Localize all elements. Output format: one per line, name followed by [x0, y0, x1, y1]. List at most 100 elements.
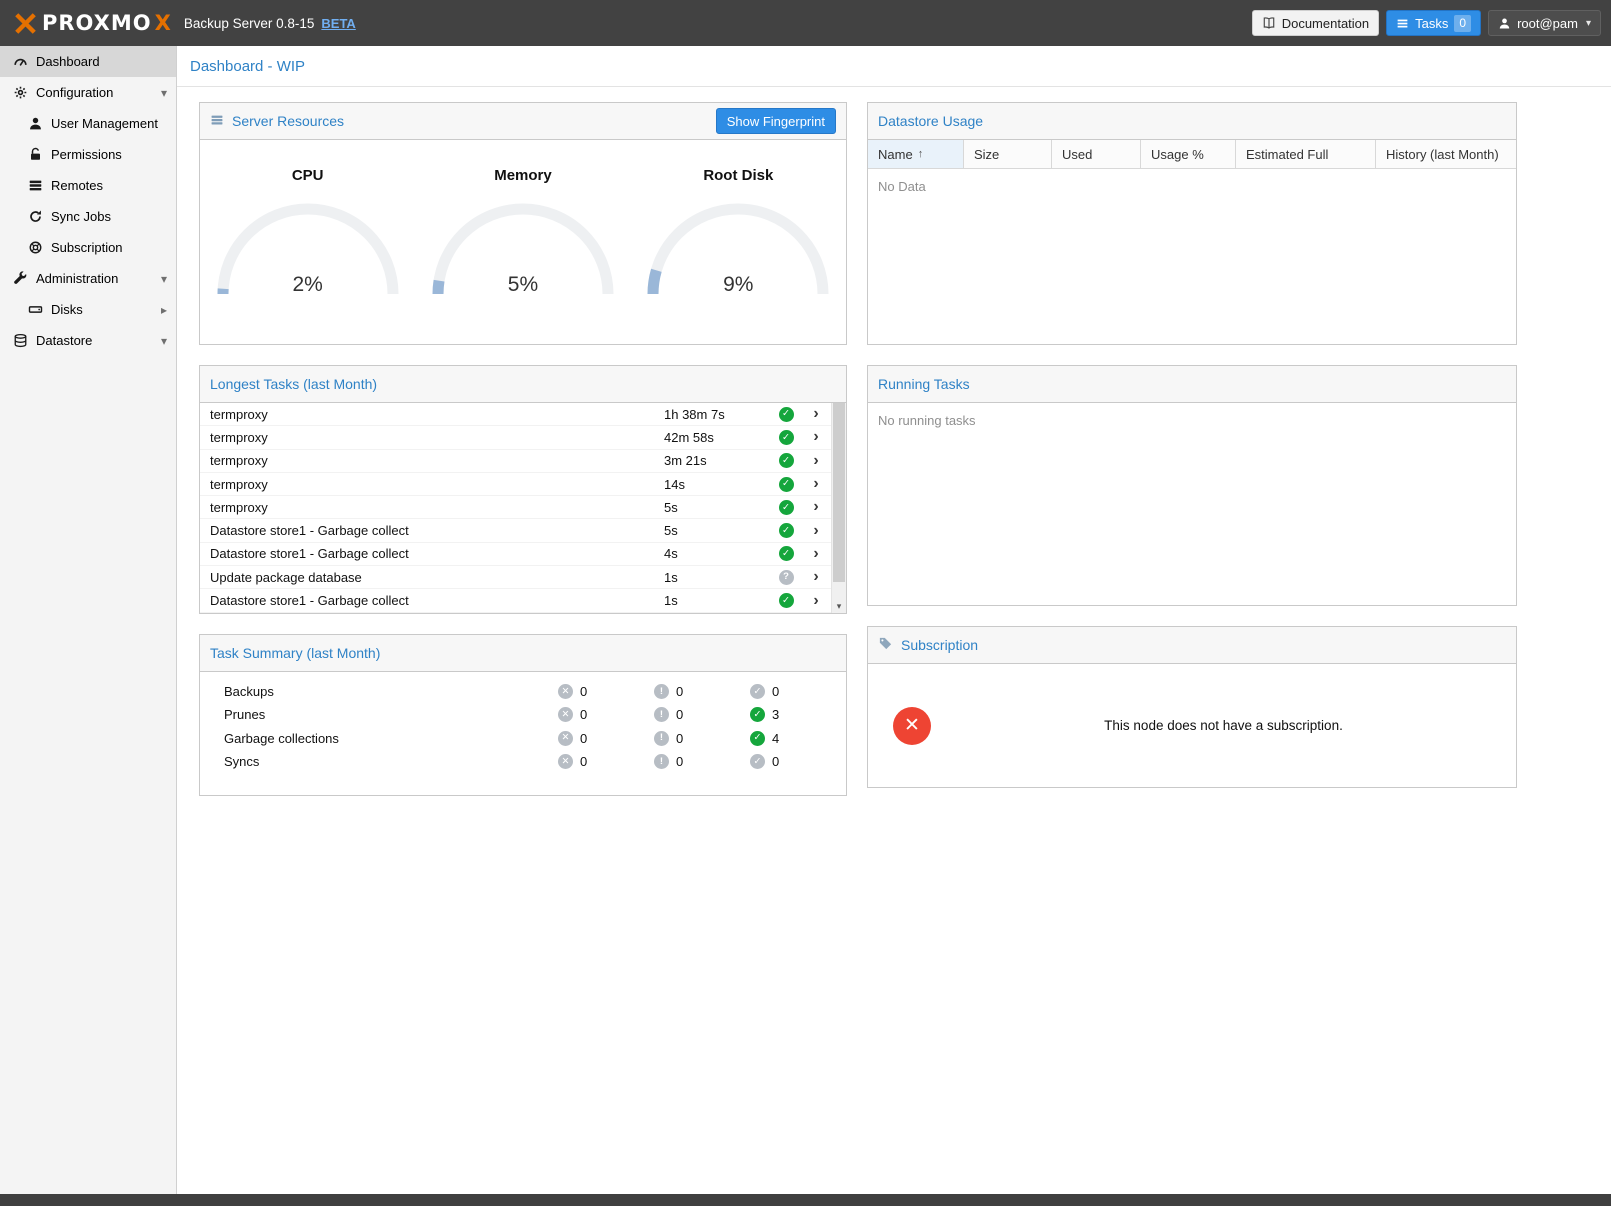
chevron-right-icon[interactable]: ›: [801, 568, 831, 586]
task-name: termproxy: [200, 477, 664, 492]
column-header-label: History (last Month): [1386, 147, 1499, 162]
task-name: termproxy: [200, 407, 664, 422]
status-ok-icon: ✓: [771, 477, 801, 492]
sidebar-item-label: Sync Jobs: [51, 209, 167, 224]
gauge-cpu: CPU 2%: [200, 140, 415, 344]
proxmox-logo[interactable]: PROXMO X: [14, 11, 172, 35]
status-ok-icon: ✓: [771, 546, 801, 561]
error-count-icon: ✕: [558, 684, 573, 699]
gauge-value: 5%: [428, 273, 618, 297]
column-header-size[interactable]: Size: [964, 140, 1052, 168]
gauge-value: 9%: [643, 273, 833, 297]
show-fingerprint-button[interactable]: Show Fingerprint: [716, 108, 836, 134]
scrollbar-down-arrow-icon[interactable]: ▾: [832, 599, 846, 613]
caret-down-icon: ▾: [161, 272, 167, 286]
task-row[interactable]: Datastore store1 - Garbage collect5s✓›: [200, 519, 831, 542]
ok-count: 0: [772, 684, 779, 699]
sidebar-item-remotes[interactable]: Remotes: [0, 170, 176, 201]
remotes-icon: [27, 178, 43, 193]
task-duration: 14s: [664, 477, 771, 492]
summary-row: Garbage collections✕0!0✓4: [200, 727, 846, 750]
sidebar-item-configuration[interactable]: Configuration▾: [0, 77, 176, 108]
summary-label: Garbage collections: [200, 731, 558, 746]
chevron-right-icon[interactable]: ›: [801, 475, 831, 493]
chevron-right-icon[interactable]: ›: [801, 522, 831, 540]
beta-link[interactable]: BETA: [321, 16, 355, 31]
documentation-label: Documentation: [1282, 16, 1369, 31]
sidebar-item-subscription[interactable]: Subscription: [0, 232, 176, 263]
sidebar-item-permissions[interactable]: Permissions: [0, 139, 176, 170]
chevron-right-icon[interactable]: ›: [801, 452, 831, 470]
column-header-history-last-month-[interactable]: History (last Month): [1376, 140, 1516, 168]
status-ok-icon: ✓: [771, 407, 801, 422]
task-name: Datastore store1 - Garbage collect: [200, 523, 664, 538]
task-row[interactable]: Update package database1s?›: [200, 566, 831, 589]
summary-row: Backups✕0!0✓0: [200, 680, 846, 703]
datastore-usage-panel: Datastore Usage Name↑SizeUsedUsage %Esti…: [867, 102, 1517, 345]
sidebar-item-label: Administration: [36, 271, 153, 286]
longest-tasks-title: Longest Tasks (last Month): [210, 376, 377, 392]
summary-label: Syncs: [200, 754, 558, 769]
sidebar-item-label: Subscription: [51, 240, 167, 255]
task-duration: 5s: [664, 500, 771, 515]
task-row[interactable]: Datastore store1 - Garbage collect4s✓›: [200, 543, 831, 566]
no-subscription-icon: ✕: [893, 707, 931, 745]
task-summary-title: Task Summary (last Month): [210, 645, 380, 661]
sidebar-item-label: Permissions: [51, 147, 167, 162]
column-header-estimated-full[interactable]: Estimated Full: [1236, 140, 1376, 168]
column-header-usage-[interactable]: Usage %: [1141, 140, 1236, 168]
chevron-right-icon[interactable]: ›: [801, 428, 831, 446]
wrench-icon: [12, 271, 28, 286]
sidebar-item-label: Datastore: [36, 333, 153, 348]
ok-count: 3: [772, 707, 779, 722]
caret-down-icon: ▾: [161, 334, 167, 348]
task-row[interactable]: Datastore store1 - Garbage collect1s✓›: [200, 589, 831, 612]
page-title: Dashboard - WIP: [190, 58, 305, 75]
gauge-label: CPU: [292, 167, 324, 184]
gauge-memory: Memory5%: [415, 140, 630, 344]
datastore-usage-title: Datastore Usage: [878, 113, 983, 129]
task-row[interactable]: termproxy14s✓›: [200, 473, 831, 496]
gauge-value: 2%: [213, 273, 403, 297]
task-row[interactable]: termproxy5s✓›: [200, 496, 831, 519]
status-ok-icon: ✓: [771, 500, 801, 515]
book-icon: [1262, 16, 1276, 30]
sidebar-item-administration[interactable]: Administration ▾: [0, 263, 176, 294]
chevron-right-icon[interactable]: ›: [801, 545, 831, 563]
chevron-right-icon[interactable]: ›: [801, 405, 831, 423]
sidebar-item-user-management[interactable]: User Management: [0, 108, 176, 139]
scrollbar-thumb[interactable]: [833, 403, 845, 582]
scrollbar[interactable]: ▾: [831, 403, 846, 613]
task-name: termproxy: [200, 430, 664, 445]
no-running-tasks-text: No running tasks: [868, 403, 1516, 438]
column-header-used[interactable]: Used: [1052, 140, 1141, 168]
column-header-name[interactable]: Name↑: [868, 140, 964, 168]
support-icon: [27, 240, 43, 255]
documentation-button[interactable]: Documentation: [1252, 10, 1379, 36]
tasks-button[interactable]: Tasks 0: [1386, 10, 1481, 36]
task-duration: 4s: [664, 546, 771, 561]
user-label: root@pam: [1517, 16, 1578, 31]
task-list-icon: [1396, 17, 1409, 30]
datastore-icon: [12, 333, 28, 348]
server-resources-icon: [210, 113, 224, 130]
longest-tasks-panel: Longest Tasks (last Month) termproxy1h 3…: [199, 365, 847, 614]
task-row[interactable]: termproxy3m 21s✓›: [200, 450, 831, 473]
task-name: Datastore store1 - Garbage collect: [200, 593, 664, 608]
disk-icon: [27, 302, 43, 317]
sidebar-item-disks[interactable]: Disks▸: [0, 294, 176, 325]
gauge-root-disk: Root Disk9%: [631, 140, 846, 344]
running-tasks-panel: Running Tasks No running tasks: [867, 365, 1517, 606]
ok-count-icon: ✓: [750, 707, 765, 722]
sidebar-item-datastore[interactable]: Datastore ▾: [0, 325, 176, 356]
user-menu-button[interactable]: root@pam ▾: [1488, 10, 1601, 36]
task-row[interactable]: termproxy1h 38m 7s✓›: [200, 403, 831, 426]
error-count: 0: [580, 731, 587, 746]
task-duration: 1s: [664, 593, 771, 608]
chevron-right-icon[interactable]: ›: [801, 592, 831, 610]
sidebar-item-sync-jobs[interactable]: Sync Jobs: [0, 201, 176, 232]
chevron-right-icon[interactable]: ›: [801, 498, 831, 516]
chevron-down-icon: ▾: [1586, 18, 1591, 29]
task-row[interactable]: termproxy42m 58s✓›: [200, 426, 831, 449]
sidebar-item-dashboard[interactable]: Dashboard: [0, 46, 176, 77]
